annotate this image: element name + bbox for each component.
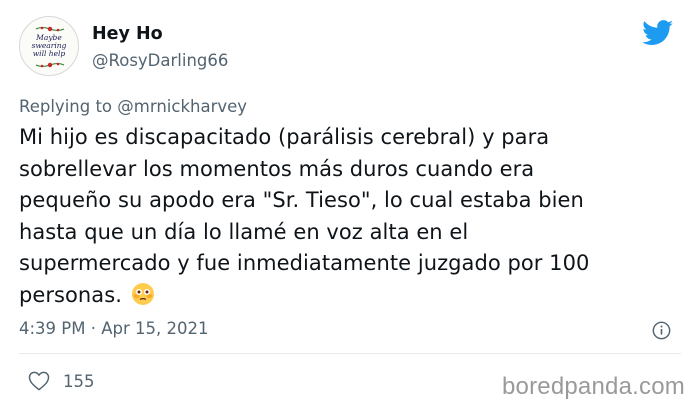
tweet-text-line: personas. bbox=[19, 282, 122, 307]
watermark: boredpanda.com bbox=[502, 373, 685, 400]
tweet-timestamp[interactable]: 4:39 PM · Apr 15, 2021 bbox=[19, 319, 208, 338]
floral-decoration-icon bbox=[35, 62, 65, 68]
tweet-text-line: pequeño su apodo era "Sr. Tieso", lo cua… bbox=[19, 188, 584, 212]
display-name[interactable]: Hey Ho bbox=[92, 24, 163, 44]
tweet-text-last-line: personas. bbox=[19, 280, 689, 312]
tweet-text: Mi hijo es discapacitado (parálisis cere… bbox=[19, 122, 689, 311]
user-handle[interactable]: @RosyDarling66 bbox=[92, 51, 228, 70]
info-icon[interactable] bbox=[652, 321, 671, 340]
reply-context: Replying to @mrnickharvey bbox=[19, 97, 247, 116]
avatar[interactable]: Maybe swearing will help bbox=[19, 16, 79, 76]
floral-decoration-icon bbox=[35, 26, 65, 32]
tweet-text-line: supermercado y fue inmediatamente juzgad… bbox=[19, 251, 590, 275]
reply-mention-link[interactable]: @mrnickharvey bbox=[117, 97, 247, 116]
reply-prefix: Replying to bbox=[19, 97, 118, 116]
like-count: 155 bbox=[63, 372, 95, 391]
heart-icon[interactable] bbox=[28, 371, 50, 391]
flushed-face-emoji-icon bbox=[131, 282, 154, 305]
avatar-text-line: will help bbox=[32, 49, 66, 58]
tweet-text-line: hasta que un día lo llamé en voz alta en… bbox=[19, 219, 469, 244]
divider bbox=[19, 353, 681, 354]
tweet-text-line: sobrellevar los momentos más duros cuand… bbox=[19, 156, 535, 181]
twitter-bird-icon[interactable] bbox=[642, 20, 674, 46]
avatar-text: Maybe swearing will help bbox=[20, 34, 78, 58]
tweet-text-line: Mi hijo es discapacitado (parálisis cere… bbox=[19, 125, 550, 149]
